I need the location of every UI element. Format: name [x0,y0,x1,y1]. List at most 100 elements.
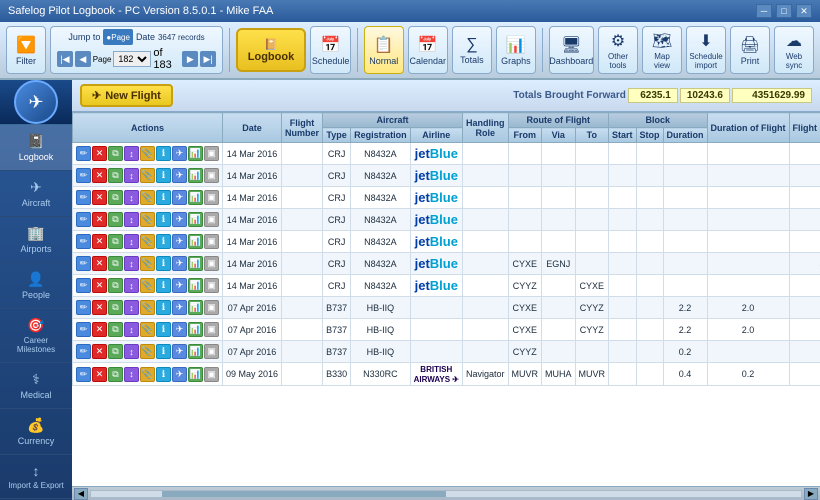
sidebar-item-logbook[interactable]: 📓 Logbook [0,125,72,171]
new-flight-button[interactable]: ✈ New Flight [80,84,173,107]
close-button[interactable]: ✕ [796,4,812,18]
edit-icon[interactable]: ✏ [76,344,91,359]
info-icon[interactable]: ℹ [156,190,171,205]
table-row[interactable]: ✏ ✕ ⧉ ↕ 📎 ℹ ✈ 📊 ▣ 14 Mar 2016CRJN8432Aje… [73,275,820,297]
print-button[interactable]: 🖨 Print [730,26,770,74]
plane-act-icon[interactable]: ✈ [172,367,187,382]
plane-act-icon[interactable]: ✈ [172,322,187,337]
delete-icon[interactable]: ✕ [92,256,107,271]
plane-act-icon[interactable]: ✈ [172,256,187,271]
info-icon[interactable]: ℹ [156,234,171,249]
delete-icon[interactable]: ✕ [92,367,107,382]
move-icon[interactable]: ↕ [124,278,139,293]
delete-icon[interactable]: ✕ [92,278,107,293]
info-icon[interactable]: ℹ [156,300,171,315]
chart-icon[interactable]: 📊 [188,300,203,315]
sidebar-item-aircraft[interactable]: ✈ Aircraft [0,171,72,217]
prev-page-button[interactable]: ◀ [75,51,91,67]
extra-icon[interactable]: ▣ [204,367,219,382]
scroll-thumb[interactable] [162,491,446,497]
attach-icon[interactable]: 📎 [140,146,155,161]
info-icon[interactable]: ℹ [156,322,171,337]
edit-icon[interactable]: ✏ [76,322,91,337]
attach-icon[interactable]: 📎 [140,322,155,337]
graphs-button[interactable]: 📊 Graphs [496,26,536,74]
move-icon[interactable]: ↕ [124,234,139,249]
attach-icon[interactable]: 📎 [140,168,155,183]
move-icon[interactable]: ↕ [124,212,139,227]
other-tools-button[interactable]: ⚙ Othertools [598,26,638,74]
extra-icon[interactable]: ▣ [204,234,219,249]
delete-icon[interactable]: ✕ [92,300,107,315]
copy-icon[interactable]: ⧉ [108,300,123,315]
chart-icon[interactable]: 📊 [188,278,203,293]
plane-act-icon[interactable]: ✈ [172,212,187,227]
move-icon[interactable]: ↕ [124,344,139,359]
info-icon[interactable]: ℹ [156,278,171,293]
chart-icon[interactable]: 📊 [188,234,203,249]
chart-icon[interactable]: 📊 [188,256,203,271]
edit-icon[interactable]: ✏ [76,146,91,161]
chart-icon[interactable]: 📊 [188,367,203,382]
delete-icon[interactable]: ✕ [92,212,107,227]
maximize-button[interactable]: □ [776,4,792,18]
table-row[interactable]: ✏ ✕ ⧉ ↕ 📎 ℹ ✈ 📊 ▣ 14 Mar 2016CRJN8432Aje… [73,165,820,187]
copy-icon[interactable]: ⧉ [108,344,123,359]
extra-icon[interactable]: ▣ [204,256,219,271]
sidebar-item-people[interactable]: 👤 People [0,263,72,309]
attach-icon[interactable]: 📎 [140,234,155,249]
edit-icon[interactable]: ✏ [76,234,91,249]
attach-icon[interactable]: 📎 [140,212,155,227]
delete-icon[interactable]: ✕ [92,168,107,183]
edit-icon[interactable]: ✏ [76,256,91,271]
delete-icon[interactable]: ✕ [92,322,107,337]
last-page-button[interactable]: ▶| [200,51,216,67]
info-icon[interactable]: ℹ [156,344,171,359]
table-row[interactable]: ✏ ✕ ⧉ ↕ 📎 ℹ ✈ 📊 ▣ 07 Apr 2016B737HB-IIQC… [73,341,820,363]
web-sync-button[interactable]: ☁ Websync [774,26,814,74]
delete-icon[interactable]: ✕ [92,344,107,359]
copy-icon[interactable]: ⧉ [108,234,123,249]
move-icon[interactable]: ↕ [124,367,139,382]
attach-icon[interactable]: 📎 [140,367,155,382]
chart-icon[interactable]: 📊 [188,168,203,183]
attach-icon[interactable]: 📎 [140,278,155,293]
delete-icon[interactable]: ✕ [92,234,107,249]
dashboard-button[interactable]: 🖥 Dashboard [549,26,594,74]
extra-icon[interactable]: ▣ [204,300,219,315]
chart-icon[interactable]: 📊 [188,146,203,161]
extra-icon[interactable]: ▣ [204,146,219,161]
move-icon[interactable]: ↕ [124,300,139,315]
table-row[interactable]: ✏ ✕ ⧉ ↕ 📎 ℹ ✈ 📊 ▣ 07 Apr 2016B737HB-IIQC… [73,319,820,341]
sidebar-item-medical[interactable]: ⚕ Medical [0,363,72,409]
extra-icon[interactable]: ▣ [204,344,219,359]
totals-button[interactable]: ∑ Totals [452,26,492,74]
calendar-button[interactable]: 📅 Calendar [408,26,448,74]
copy-icon[interactable]: ⧉ [108,278,123,293]
move-icon[interactable]: ↕ [124,146,139,161]
extra-icon[interactable]: ▣ [204,212,219,227]
horizontal-scrollbar[interactable]: ◀ ▶ [72,486,820,500]
copy-icon[interactable]: ⧉ [108,256,123,271]
table-row[interactable]: ✏ ✕ ⧉ ↕ 📎 ℹ ✈ 📊 ▣ 14 Mar 2016CRJN8432Aje… [73,253,820,275]
copy-icon[interactable]: ⧉ [108,212,123,227]
info-icon[interactable]: ℹ [156,256,171,271]
scroll-left-button[interactable]: ◀ [74,488,88,500]
plane-act-icon[interactable]: ✈ [172,344,187,359]
plane-act-icon[interactable]: ✈ [172,190,187,205]
table-row[interactable]: ✏ ✕ ⧉ ↕ 📎 ℹ ✈ 📊 ▣ 14 Mar 2016CRJN8432Aje… [73,231,820,253]
info-icon[interactable]: ℹ [156,146,171,161]
sidebar-item-currency[interactable]: 💰 Currency [0,409,72,455]
table-row[interactable]: ✏ ✕ ⧉ ↕ 📎 ℹ ✈ 📊 ▣ 14 Mar 2016CRJN8432Aje… [73,187,820,209]
attach-icon[interactable]: 📎 [140,300,155,315]
logbook-button[interactable]: 📔 Logbook [236,28,306,72]
edit-icon[interactable]: ✏ [76,367,91,382]
attach-icon[interactable]: 📎 [140,344,155,359]
plane-act-icon[interactable]: ✈ [172,234,187,249]
first-page-button[interactable]: |◀ [57,51,73,67]
extra-icon[interactable]: ▣ [204,278,219,293]
chart-icon[interactable]: 📊 [188,344,203,359]
edit-icon[interactable]: ✏ [76,212,91,227]
copy-icon[interactable]: ⧉ [108,168,123,183]
minimize-button[interactable]: ─ [756,4,772,18]
